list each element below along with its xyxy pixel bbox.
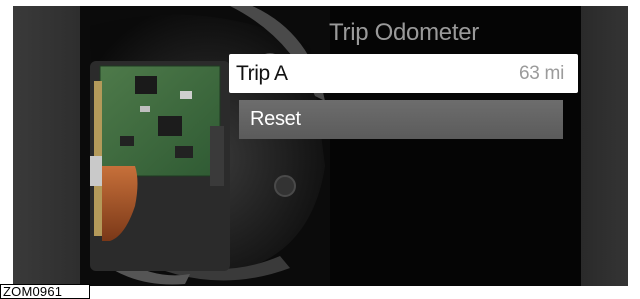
menu-item-label: Trip A bbox=[236, 62, 288, 85]
display-left-bezel bbox=[13, 6, 80, 286]
cluster-display: Trip Odometer Trip A 63 mi Reset bbox=[13, 6, 628, 286]
menu-item-trip-a[interactable]: Trip A 63 mi bbox=[229, 54, 578, 93]
display-right-bezel bbox=[581, 6, 628, 286]
trip-distance-value: 63 mi bbox=[519, 63, 564, 84]
menu-item-reset[interactable]: Reset bbox=[239, 100, 563, 139]
figure-reference-label: ZOM0961 bbox=[0, 284, 90, 299]
menu-item-label: Reset bbox=[250, 108, 301, 130]
menu-title: Trip Odometer bbox=[329, 19, 479, 46]
